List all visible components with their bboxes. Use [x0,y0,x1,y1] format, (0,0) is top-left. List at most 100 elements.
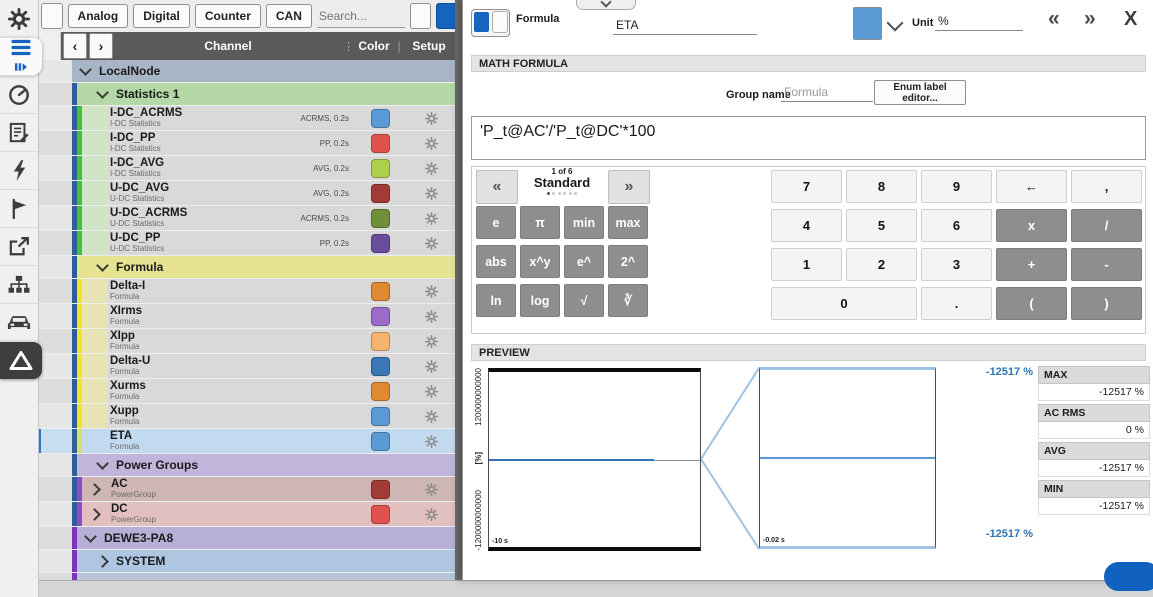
group-row-localnode[interactable]: LocalNode [38,60,455,82]
sidebar-item-measurement[interactable] [0,75,38,113]
channel-color-swatch[interactable] [370,306,390,326]
numpad-key-x[interactable]: x [996,209,1067,242]
keyset-prev-button[interactable]: « [476,170,518,204]
keyset-next-button[interactable]: » [608,170,650,204]
filter-settings-button[interactable] [41,3,63,29]
sidebar-item-events[interactable] [0,189,38,227]
close-panel-button[interactable]: X [1124,9,1137,29]
filter-button-digital[interactable]: Digital [133,4,190,28]
chevron-down-icon[interactable] [79,63,92,76]
channel-color-swatch[interactable] [370,431,390,451]
group-row-system[interactable]: SYSTEM [38,550,455,572]
numpad-key-←[interactable]: ← [996,170,1067,203]
function-key-e[interactable]: e [476,206,516,239]
channel-row-ac[interactable]: AC PowerGroup [38,477,455,501]
setup-gear-icon[interactable] [424,434,438,448]
chevron-right-icon[interactable] [96,554,109,568]
numpad-key-/[interactable]: / [1071,209,1142,242]
numpad-key-5[interactable]: 5 [846,209,917,242]
setup-gear-icon[interactable] [424,186,438,200]
sidebar-item-vehicle[interactable] [0,303,38,341]
function-key-log[interactable]: log [520,284,560,317]
channel-row-xirms[interactable]: XIrms Formula [38,304,455,328]
chevron-down-icon[interactable] [96,259,109,272]
channel-color-swatch[interactable] [370,133,390,153]
channel-color-swatch[interactable] [370,108,390,128]
channel-row-delta-u[interactable]: Delta-U Formula [38,354,455,378]
setup-gear-icon[interactable] [424,409,438,423]
chevron-down-icon[interactable] [84,530,97,543]
function-key-π[interactable]: π [520,206,560,239]
channel-row-delta-i[interactable]: Delta-I Formula [38,279,455,303]
setup-gear-icon[interactable] [424,482,438,496]
numpad-key-+[interactable]: + [996,248,1067,281]
setup-gear-icon[interactable] [424,211,438,225]
chevron-down-icon[interactable] [96,86,109,99]
next-channel-button[interactable]: » [1084,8,1096,29]
channel-color-swatch[interactable] [370,479,390,499]
numpad-key-,[interactable]: , [1071,170,1142,203]
setup-gear-icon[interactable] [424,334,438,348]
channel-color-swatch[interactable] [370,406,390,426]
column-next-button[interactable]: › [89,33,113,59]
sidebar-item-power[interactable] [0,151,38,189]
channel-color-swatch[interactable] [370,281,390,301]
channel-row-i-dc_acrms[interactable]: I-DC_ACRMS I-DC Statistics ACRMS, 0.2s [38,106,455,130]
setup-gear-icon[interactable] [424,359,438,373]
function-key-∛[interactable]: ∛ [608,284,648,317]
setup-gear-icon[interactable] [424,284,438,298]
filter-button-analog[interactable]: Analog [67,4,129,28]
function-key-2^[interactable]: 2^ [608,245,648,278]
filter-button-can[interactable]: CAN [265,4,312,28]
sidebar-item-report[interactable] [0,113,38,151]
panel-collapse-tab[interactable] [576,0,636,10]
virtual-keyboard-button[interactable] [1104,562,1153,591]
sidebar-item-dewetron-logo[interactable] [0,341,42,379]
numpad-key-8[interactable]: 8 [846,170,917,203]
group-row-statistics-1[interactable]: Statistics 1 [38,83,455,105]
channel-row-xurms[interactable]: Xurms Formula [38,379,455,403]
channel-color-swatch[interactable] [370,356,390,376]
unit-input[interactable] [935,12,1023,31]
setup-gear-icon[interactable] [424,507,438,521]
group-row-power-groups[interactable]: Power Groups [38,454,455,476]
channel-name-input[interactable] [613,16,757,35]
numpad-key-6[interactable]: 6 [921,209,992,242]
setup-gear-icon[interactable] [424,136,438,150]
channel-row-i-dc_avg[interactable]: I-DC_AVG I-DC Statistics AVG, 0.2s [38,156,455,180]
channel-color-swatch[interactable] [370,331,390,351]
drag-handle-icon[interactable]: ⋮ [343,40,354,53]
numpad-key-2[interactable]: 2 [846,248,917,281]
channel-color-swatch[interactable] [370,504,390,524]
sidebar-item-channel-list[interactable] [0,37,42,75]
numpad-key-9[interactable]: 9 [921,170,992,203]
sidebar-item-export[interactable] [0,227,38,265]
prev-channel-button[interactable]: « [1048,8,1060,29]
channel-row-dc[interactable]: DC PowerGroup [38,502,455,526]
numpad-key-3[interactable]: 3 [921,248,992,281]
panel-splitter[interactable] [455,0,462,580]
channel-color-swatch[interactable] [370,233,390,253]
filter-button-counter[interactable]: Counter [194,4,261,28]
function-key-x^y[interactable]: x^y [520,245,560,278]
channel-color-swatch[interactable] [370,381,390,401]
numpad-key-4[interactable]: 4 [771,209,842,242]
setup-gear-icon[interactable] [424,309,438,323]
color-dropdown-chevron-icon[interactable] [886,14,904,32]
chevron-down-icon[interactable] [96,457,109,470]
partial-row[interactable] [38,573,455,580]
search-input[interactable] [316,4,405,28]
channel-row-u-dc_avg[interactable]: U-DC_AVG U-DC Statistics AVG, 0.2s [38,181,455,205]
numpad-key--[interactable]: - [1071,248,1142,281]
channel-row-xupp[interactable]: Xupp Formula [38,404,455,428]
clear-filter-button[interactable] [409,3,432,29]
numpad-key-0[interactable]: 0 [771,287,917,320]
channel-row-u-dc_pp[interactable]: U-DC_PP U-DC Statistics PP, 0.2s [38,231,455,255]
numpad-key-)[interactable]: ) [1071,287,1142,320]
channel-row-i-dc_pp[interactable]: I-DC_PP I-DC Statistics PP, 0.2s [38,131,455,155]
function-key-min[interactable]: min [564,206,604,239]
chevron-right-icon[interactable] [88,507,101,521]
channel-row-eta[interactable]: ETA Formula [38,429,455,453]
numpad-key-([interactable]: ( [996,287,1067,320]
setup-gear-icon[interactable] [424,236,438,250]
